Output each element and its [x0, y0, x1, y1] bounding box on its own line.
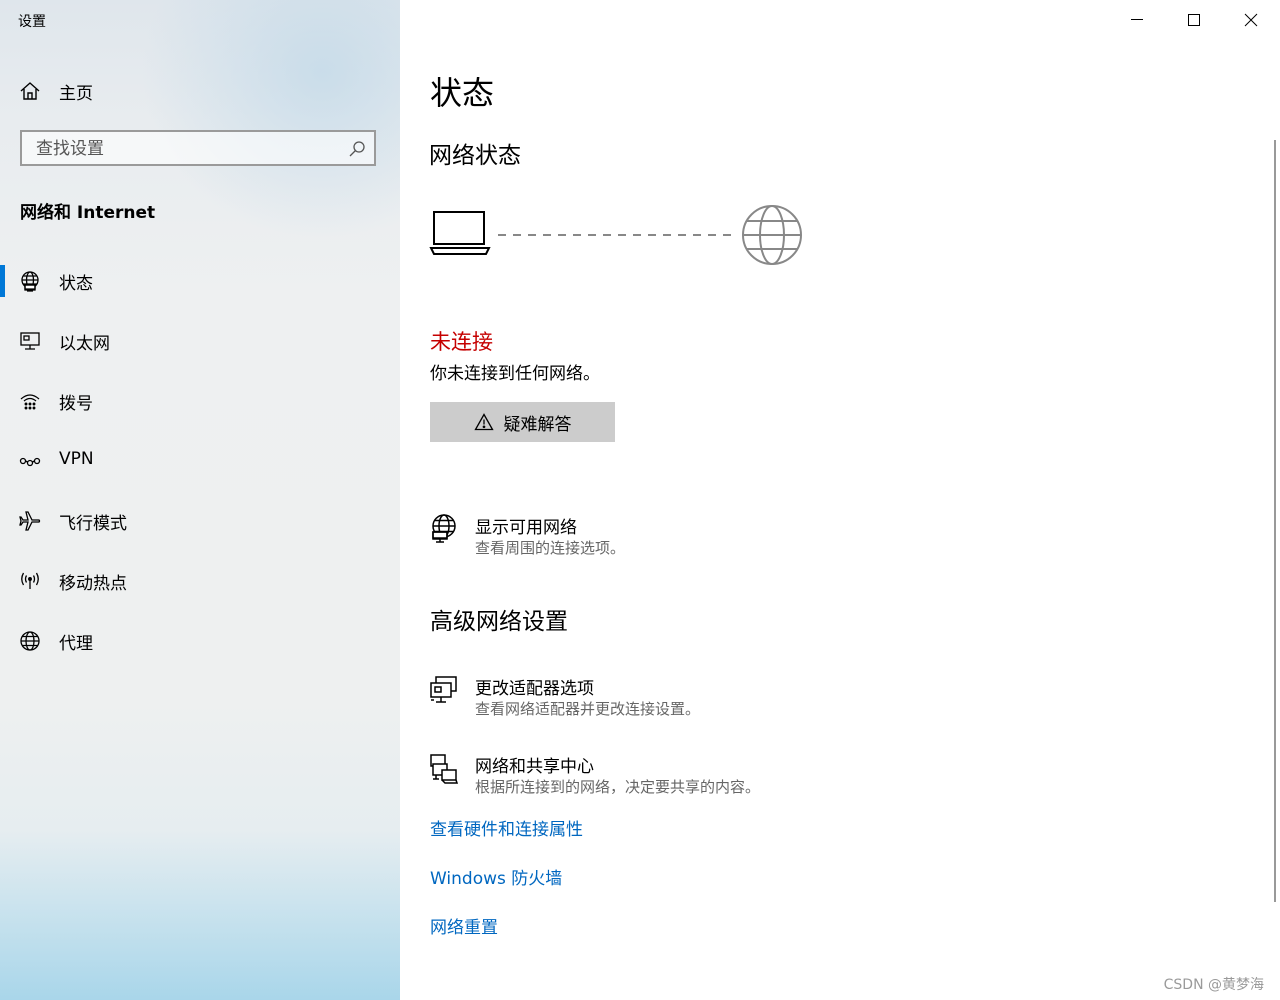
scrollbar[interactable]: [1274, 140, 1276, 902]
option-title: 更改适配器选项: [475, 679, 594, 699]
sidebar-item-label: 主页: [59, 84, 93, 104]
sidebar-item-label: 以太网: [59, 334, 110, 354]
minimize-icon: [1131, 19, 1143, 20]
sidebar-item-home[interactable]: 主页: [0, 69, 400, 113]
sidebar-item-vpn[interactable]: VPN: [0, 439, 400, 483]
connection-status: 未连接: [430, 330, 493, 354]
option-subtitle: 查看周围的连接选项。: [475, 539, 626, 557]
globe-status-icon: [21, 271, 39, 292]
search-box[interactable]: [20, 130, 376, 166]
maximize-button[interactable]: [1166, 0, 1222, 40]
advanced-settings-heading: 高级网络设置: [430, 609, 568, 635]
laptop-icon: [429, 211, 491, 255]
windows-firewall-link[interactable]: Windows 防火墙: [430, 864, 562, 889]
close-button[interactable]: [1223, 0, 1279, 40]
airplane-icon: [19, 511, 41, 531]
app-title: 设置: [18, 14, 46, 30]
option-title: 网络和共享中心: [475, 757, 594, 777]
network-status-heading: 网络状态: [429, 143, 521, 169]
sidebar-item-airplane-mode[interactable]: 飞行模式: [0, 499, 400, 543]
dialup-icon: [20, 394, 40, 410]
close-icon: [1244, 13, 1258, 27]
sidebar-item-status[interactable]: 状态: [0, 259, 400, 303]
change-adapter-options[interactable]: 更改适配器选项 查看网络适配器并更改连接设置。: [428, 674, 1028, 724]
search-input[interactable]: [22, 132, 338, 166]
sidebar-item-proxy[interactable]: 代理: [0, 619, 400, 663]
hotspot-icon: [21, 572, 39, 589]
ethernet-icon: [20, 332, 40, 350]
watermark: CSDN @黄梦海: [1163, 977, 1264, 993]
sidebar-item-label: 移动热点: [59, 574, 127, 594]
search-icon[interactable]: [348, 140, 366, 158]
minimize-button[interactable]: [1109, 0, 1165, 40]
sidebar-item-dialup[interactable]: 拨号: [0, 379, 400, 423]
sharing-center-icon: [430, 754, 459, 784]
home-icon: [20, 82, 40, 100]
main-content: [400, 0, 1280, 1000]
maximize-icon: [1188, 14, 1200, 26]
sidebar-item-ethernet[interactable]: 以太网: [0, 319, 400, 363]
globe-network-icon: [432, 514, 456, 543]
sidebar-item-label: 代理: [59, 634, 93, 654]
internet-globe-icon: [742, 205, 802, 265]
adapter-icon: [430, 676, 457, 703]
show-available-networks[interactable]: 显示可用网络 查看周围的连接选项。: [428, 513, 1028, 563]
sidebar-item-label: 飞行模式: [59, 514, 127, 534]
sidebar-item-label: 拨号: [59, 394, 93, 414]
option-subtitle: 查看网络适配器并更改连接设置。: [475, 700, 701, 718]
section-header: 网络和 Internet: [20, 203, 156, 223]
troubleshoot-label: 疑难解答: [503, 414, 572, 435]
sidebar-item-mobile-hotspot[interactable]: 移动热点: [0, 559, 400, 603]
network-diagram: [429, 205, 802, 265]
sidebar-item-label: 状态: [59, 274, 93, 294]
globe-icon: [20, 631, 40, 651]
network-reset-link[interactable]: 网络重置: [430, 913, 498, 938]
hardware-properties-link[interactable]: 查看硬件和连接属性: [430, 815, 583, 840]
option-subtitle: 根据所连接到的网络，决定要共享的内容。: [475, 778, 761, 796]
warning-icon: [473, 413, 494, 431]
page-title: 状态: [430, 74, 495, 112]
troubleshoot-button[interactable]: 疑难解答: [430, 402, 615, 442]
sidebar-item-label: VPN: [59, 449, 94, 469]
option-title: 显示可用网络: [475, 518, 577, 538]
connection-status-description: 你未连接到任何网络。: [430, 364, 600, 384]
network-sharing-center[interactable]: 网络和共享中心 根据所连接到的网络，决定要共享的内容。: [428, 752, 1028, 802]
vpn-icon: [19, 457, 41, 467]
